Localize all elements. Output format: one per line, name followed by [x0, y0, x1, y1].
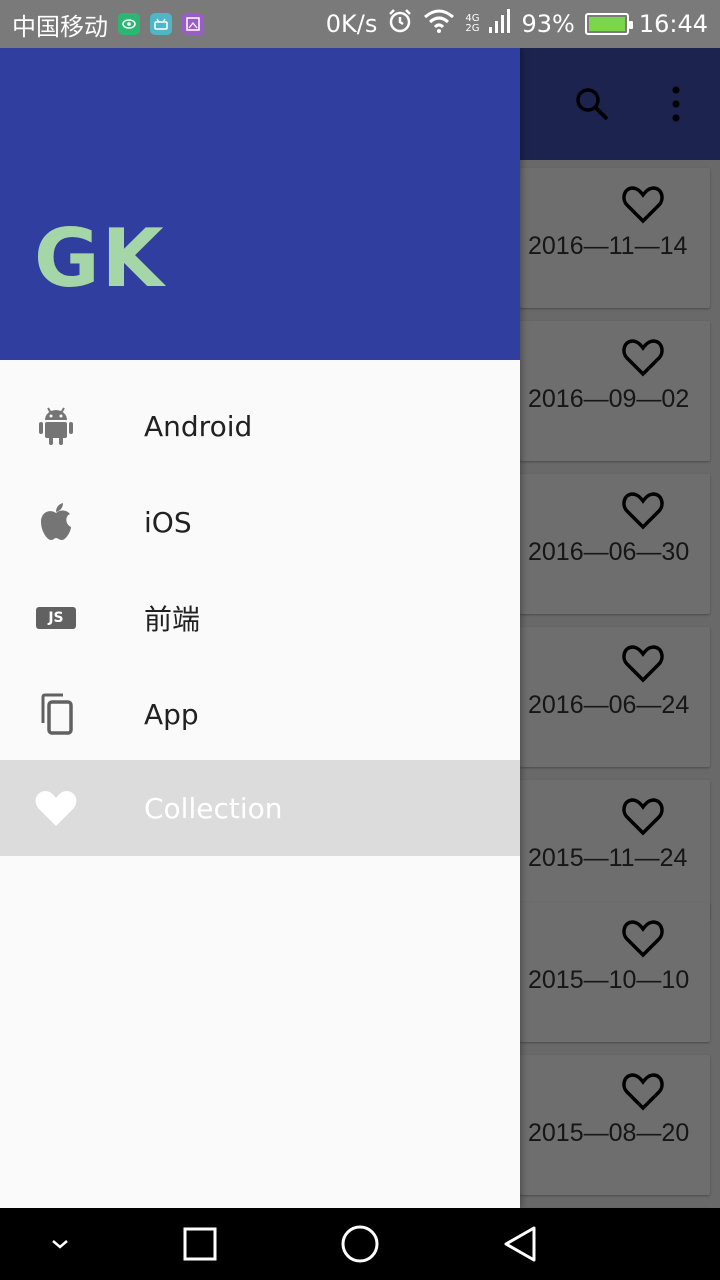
net-speed: 0K/s [325, 10, 378, 38]
drawer-item-label: App [144, 697, 199, 731]
signal-icon [489, 9, 511, 39]
alarm-icon [387, 8, 413, 40]
android-icon [34, 404, 78, 448]
carrier-label: 中国移动 [12, 12, 108, 41]
copy-icon [34, 692, 78, 736]
drawer-header: GK [0, 48, 520, 360]
battery-icon [584, 13, 633, 35]
drawer-item-ios[interactable]: iOS [0, 474, 520, 570]
wifi-icon [423, 9, 455, 39]
recents-button[interactable] [180, 1224, 220, 1264]
drawer-item-app[interactable]: App [0, 666, 520, 762]
navigation-drawer: GK Android iOS JS 前端 App Collection [0, 48, 520, 1208]
battery-percent: 93% [521, 10, 575, 38]
home-button[interactable] [340, 1224, 380, 1264]
eye-app-icon [118, 13, 140, 35]
drawer-item-label: 前端 [144, 603, 201, 636]
android-app-icon [150, 13, 172, 35]
clock: 16:44 [638, 10, 708, 38]
drawer-item-label: Collection [144, 791, 283, 825]
drawer-item-frontend[interactable]: JS 前端 [0, 570, 520, 666]
drawer-item-collection[interactable]: Collection [0, 760, 520, 856]
hide-nav-button[interactable] [40, 1224, 80, 1264]
gallery-app-icon [182, 13, 204, 35]
apple-icon [34, 500, 78, 544]
app-logo: GK [34, 212, 166, 305]
heart-icon [34, 786, 78, 830]
back-button[interactable] [500, 1224, 540, 1264]
js-icon: JS [34, 596, 78, 640]
system-nav-bar [0, 1208, 720, 1280]
drawer-item-android[interactable]: Android [0, 378, 520, 474]
drawer-item-label: iOS [144, 505, 192, 539]
network-type: 4G 2G [465, 13, 480, 34]
drawer-item-label: Android [144, 409, 253, 443]
status-bar: 中国移动 0K/s 4G 2G 93% 16:44 [0, 0, 720, 48]
